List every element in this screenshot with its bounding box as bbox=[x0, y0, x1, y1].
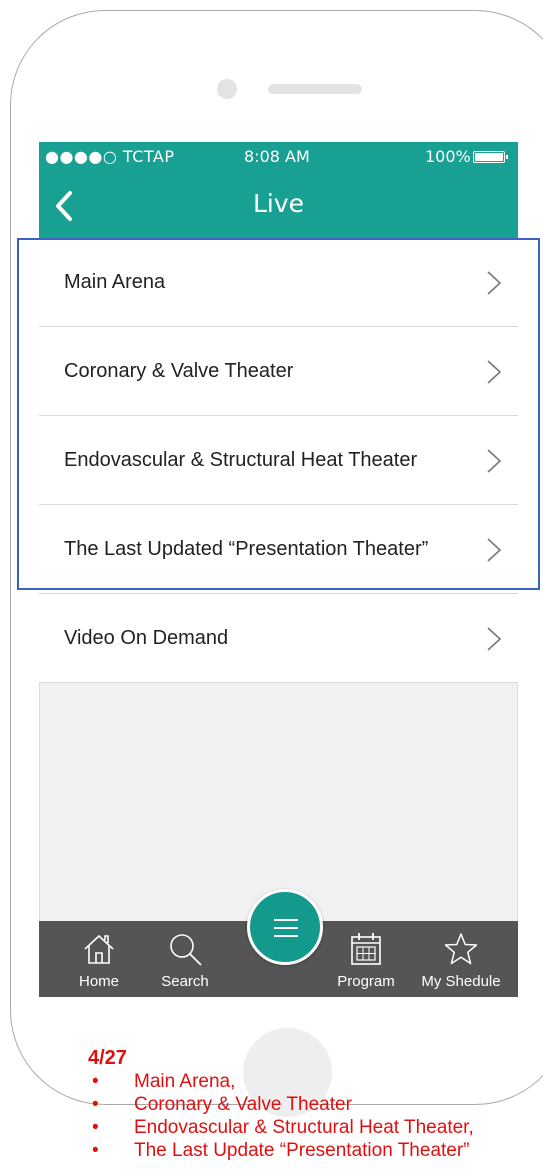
tab-my-schedule[interactable]: My Shedule bbox=[415, 921, 507, 997]
notes-list: Main Arena, Coronary & Valve Theater End… bbox=[88, 1070, 474, 1162]
calendar-icon bbox=[351, 933, 381, 965]
tab-search[interactable]: Search bbox=[145, 921, 225, 997]
annotation-notes: 4/27 Main Arena, Coronary & Valve Theate… bbox=[88, 1046, 474, 1162]
notes-item: The Last Update “Presentation Theater” bbox=[88, 1139, 474, 1162]
notes-date: 4/27 bbox=[88, 1047, 127, 1069]
tab-program[interactable]: Program bbox=[326, 921, 406, 997]
search-icon bbox=[170, 934, 202, 966]
camera-icon bbox=[217, 79, 237, 99]
notes-item: Endovascular & Structural Heat Theater, bbox=[88, 1116, 474, 1139]
tab-home[interactable]: Home bbox=[59, 921, 139, 997]
tab-my-schedule-label: My Shedule bbox=[421, 973, 501, 990]
battery-percentage: 100% bbox=[425, 147, 471, 166]
notes-item: Main Arena, bbox=[88, 1070, 474, 1093]
chevron-right-icon bbox=[487, 627, 502, 651]
battery-icon bbox=[473, 151, 508, 163]
tab-program-label: Program bbox=[337, 973, 395, 990]
home-icon bbox=[84, 934, 114, 964]
notes-item: Coronary & Valve Theater bbox=[88, 1093, 474, 1116]
speaker-grille bbox=[268, 84, 362, 94]
carrier-label: ●●●●○ TCTAP bbox=[45, 147, 175, 166]
menu-item-label: Video On Demand bbox=[64, 627, 229, 649]
menu-item-video-on-demand[interactable]: Video On Demand bbox=[39, 594, 518, 683]
hamburger-icon bbox=[274, 919, 298, 921]
tab-home-label: Home bbox=[78, 973, 119, 990]
clock: 8:08 AM bbox=[244, 147, 310, 166]
menu-fab-button[interactable] bbox=[247, 889, 323, 965]
status-bar: ●●●●○ TCTAP 8:08 AM 100% bbox=[39, 142, 518, 174]
star-icon bbox=[444, 933, 478, 965]
app-header: ●●●●○ TCTAP 8:08 AM 100% Live bbox=[39, 142, 518, 238]
annotation-highlight-box bbox=[17, 238, 540, 590]
tab-search-label: Search bbox=[161, 973, 209, 990]
page-title: Live bbox=[252, 189, 305, 218]
